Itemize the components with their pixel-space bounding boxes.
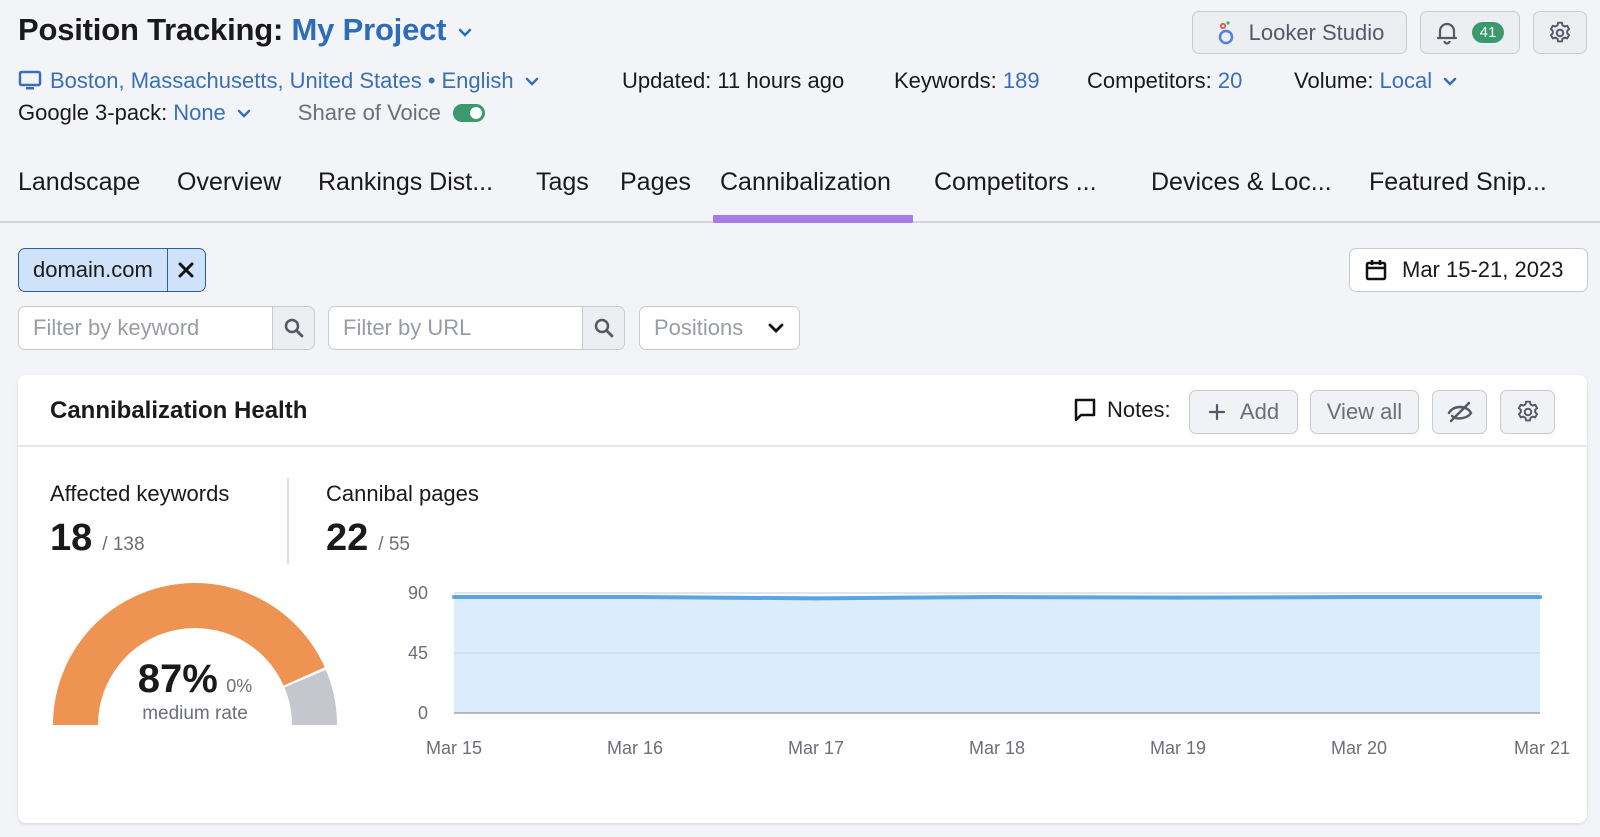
keywords-label: Keywords: [894, 68, 997, 93]
tab-competitors[interactable]: Competitors ... [934, 168, 1097, 197]
x-tick-label: Mar 15 [426, 738, 482, 758]
notifications-badge: 41 [1471, 22, 1505, 43]
chevron-down-icon [768, 323, 784, 333]
positions-label: Positions [654, 315, 744, 340]
domain-chip-label: domain.com [33, 257, 153, 282]
google-pack-value: None [173, 100, 226, 125]
y-tick-label: 0 [418, 703, 428, 723]
chevron-down-icon [237, 109, 251, 118]
positions-dropdown[interactable]: Positions [639, 306, 800, 350]
looker-studio-label: Looker Studio [1248, 19, 1385, 45]
x-tick-label: Mar 19 [1150, 738, 1206, 758]
cannibalization-health-card: Cannibalization Health Notes: Add View a… [18, 375, 1587, 823]
keyword-filter-input[interactable] [19, 307, 272, 349]
close-icon [178, 262, 194, 278]
project-selector[interactable]: My Project [292, 12, 475, 47]
search-icon [594, 318, 613, 338]
chart-data-point[interactable] [1538, 595, 1542, 599]
y-tick-label: 45 [408, 643, 428, 663]
x-tick-label: Mar 21 [1514, 738, 1570, 758]
google-pack-label: Google 3-pack: [18, 100, 168, 125]
notifications-button[interactable]: 41 [1420, 11, 1520, 54]
tab-featured-snippets[interactable]: Featured Snip... [1369, 168, 1547, 197]
url-filter [328, 306, 625, 350]
gear-icon [1549, 21, 1571, 42]
chevron-down-icon [1443, 77, 1457, 86]
chart-data-point[interactable] [1176, 595, 1180, 600]
y-tick-label: 90 [408, 583, 428, 603]
volume-label: Volume: [1294, 68, 1374, 93]
tab-overview[interactable]: Overview [177, 168, 281, 197]
tab-landscape[interactable]: Landscape [18, 168, 140, 197]
search-icon [284, 318, 303, 338]
chart-data-point[interactable] [1357, 595, 1361, 599]
tab-devices-locations[interactable]: Devices & Loc... [1151, 168, 1332, 197]
share-of-voice-toggle[interactable] [452, 104, 485, 122]
date-range-button[interactable]: Mar 15-21, 2023 [1349, 248, 1588, 292]
calendar-icon [1365, 260, 1387, 281]
language-text: English [441, 68, 514, 93]
url-filter-input[interactable] [329, 307, 582, 349]
chevron-down-icon [458, 28, 471, 37]
looker-studio-icon [1218, 20, 1233, 44]
tab-tags[interactable]: Tags [536, 168, 589, 197]
remove-domain-button[interactable] [166, 249, 205, 291]
date-range-label: Mar 15-21, 2023 [1402, 257, 1564, 282]
updated-status: Updated: 11 hours ago [622, 68, 845, 93]
chart-data-point[interactable] [633, 595, 637, 599]
competitors-label: Competitors: [1087, 68, 1212, 93]
tab-cannibalization[interactable]: Cannibalization [720, 168, 891, 197]
x-tick-label: Mar 16 [607, 738, 663, 758]
tab-rankings-distribution[interactable]: Rankings Dist... [318, 168, 493, 197]
desktop-icon [18, 70, 42, 90]
domain-chip: domain.com [18, 248, 206, 292]
chart-data-point[interactable] [814, 596, 818, 601]
project-name: My Project [291, 12, 447, 47]
title-prefix: Position Tracking: [18, 12, 284, 47]
x-tick-label: Mar 18 [969, 738, 1025, 758]
bell-icon [1436, 22, 1457, 45]
location-selector[interactable]: Boston, Massachusetts, United States • E… [18, 68, 544, 94]
location-text: Boston, Massachusetts, United States [50, 68, 422, 93]
tab-bar: Landscape Overview Rankings Dist... Tags… [18, 168, 1588, 208]
page-title: Position Tracking: My Project [18, 12, 475, 48]
chart-area-fill [454, 597, 1540, 713]
keyword-filter [18, 306, 315, 350]
competitors-count: Competitors: 20 [1087, 68, 1242, 94]
x-tick-label: Mar 20 [1331, 738, 1387, 758]
looker-studio-button[interactable]: Looker Studio [1192, 11, 1407, 54]
share-of-voice-label: Share of Voice [297, 100, 441, 125]
x-tick-label: Mar 17 [788, 738, 844, 758]
volume-value: Local [1379, 68, 1433, 93]
keyword-search-button[interactable] [272, 307, 314, 349]
google-pack-row: Google 3-pack: None Share of Voice [18, 100, 485, 126]
settings-button[interactable] [1533, 11, 1587, 54]
separator: • [427, 68, 436, 93]
volume-selector[interactable]: Volume: Local [1294, 68, 1462, 94]
google-pack-selector[interactable]: Google 3-pack: None [18, 100, 256, 126]
active-tab-indicator [713, 215, 913, 223]
tab-pages[interactable]: Pages [620, 168, 691, 197]
keywords-count: Keywords: 189 [894, 68, 1040, 94]
keywords-value[interactable]: 189 [1003, 68, 1040, 93]
chart-data-point[interactable] [995, 595, 999, 599]
competitors-value[interactable]: 20 [1218, 68, 1242, 93]
cannibalization-trend-chart: 0 45 90 Mar 15 Mar 16 Mar 17 Mar 18 Mar 19 Mar 2… [408, 583, 1570, 758]
chart-data-point[interactable] [452, 595, 456, 599]
chevron-down-icon [525, 77, 538, 86]
url-search-button[interactable] [582, 307, 624, 349]
